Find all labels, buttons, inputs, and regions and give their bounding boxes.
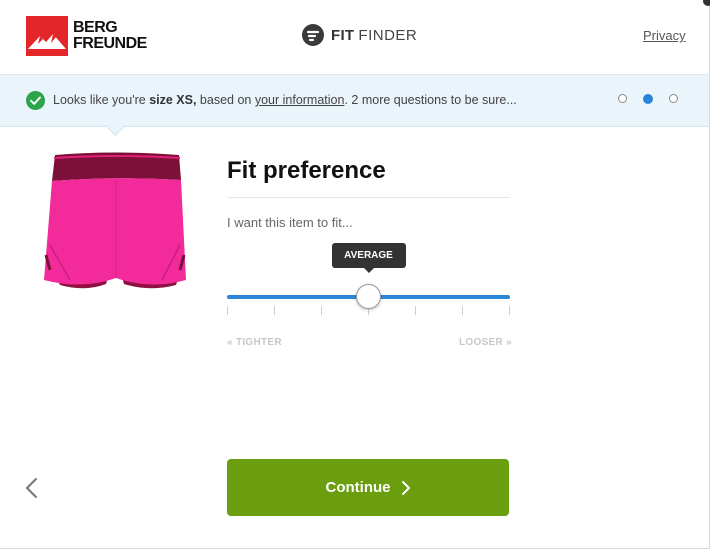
fit-slider-handle[interactable] bbox=[356, 284, 381, 309]
fit-finder-icon bbox=[302, 24, 324, 46]
skirt-product-image bbox=[44, 152, 186, 289]
app-name-bold: FIT bbox=[331, 26, 355, 44]
banner-middle: based on bbox=[196, 93, 255, 107]
chevron-right-icon bbox=[401, 480, 410, 495]
header: BERG FREUNDE FIT FINDER Privacy bbox=[0, 0, 709, 75]
banner-size: size XS, bbox=[149, 93, 197, 107]
continue-label: Continue bbox=[325, 479, 391, 496]
slider-tick bbox=[274, 306, 275, 315]
privacy-link[interactable]: Privacy bbox=[643, 28, 686, 43]
continue-button[interactable]: Continue bbox=[227, 459, 509, 516]
question-subtitle: I want this item to fit... bbox=[227, 215, 353, 230]
check-circle-icon bbox=[26, 91, 45, 110]
slider-min-label: « TIGHTER bbox=[227, 337, 282, 348]
brand-line-2: FREUNDE bbox=[73, 35, 147, 52]
question-title: Fit preference bbox=[227, 157, 386, 184]
banner-message: Looks like you're size XS, based on your… bbox=[53, 93, 517, 107]
step-dot-3[interactable] bbox=[669, 94, 678, 103]
brand-line-1: BERG bbox=[73, 19, 118, 36]
bergfreunde-logo: BERG FREUNDE bbox=[26, 16, 147, 56]
slider-max-label: LOOSER » bbox=[459, 337, 512, 348]
step-dot-2[interactable] bbox=[643, 94, 653, 104]
your-information-link[interactable]: your information bbox=[255, 93, 345, 107]
chevron-left-icon bbox=[26, 478, 37, 498]
fit-finder-window: BERG FREUNDE FIT FINDER Privacy Looks li… bbox=[0, 0, 710, 549]
slider-tick bbox=[227, 306, 228, 315]
product-image bbox=[40, 150, 190, 300]
slider-tick bbox=[462, 306, 463, 315]
step-dot-1[interactable] bbox=[618, 94, 627, 103]
banner-prefix: Looks like you're bbox=[53, 93, 150, 107]
step-indicator bbox=[618, 94, 694, 104]
banner-suffix: . 2 more questions to be sure... bbox=[344, 93, 517, 107]
app-name-light: FINDER bbox=[358, 26, 418, 44]
slider-tick bbox=[321, 306, 322, 315]
brand-wordmark: BERG FREUNDE bbox=[73, 20, 147, 52]
slider-tick bbox=[509, 306, 510, 315]
title-divider bbox=[227, 197, 510, 198]
mountain-logo-icon bbox=[26, 16, 68, 56]
slider-value-tooltip: AVERAGE bbox=[331, 243, 406, 273]
back-button[interactable] bbox=[22, 476, 42, 500]
fit-finder-title: FIT FINDER bbox=[302, 24, 417, 46]
size-recommendation-banner: Looks like you're size XS, based on your… bbox=[0, 75, 709, 127]
slider-tick bbox=[415, 306, 416, 315]
